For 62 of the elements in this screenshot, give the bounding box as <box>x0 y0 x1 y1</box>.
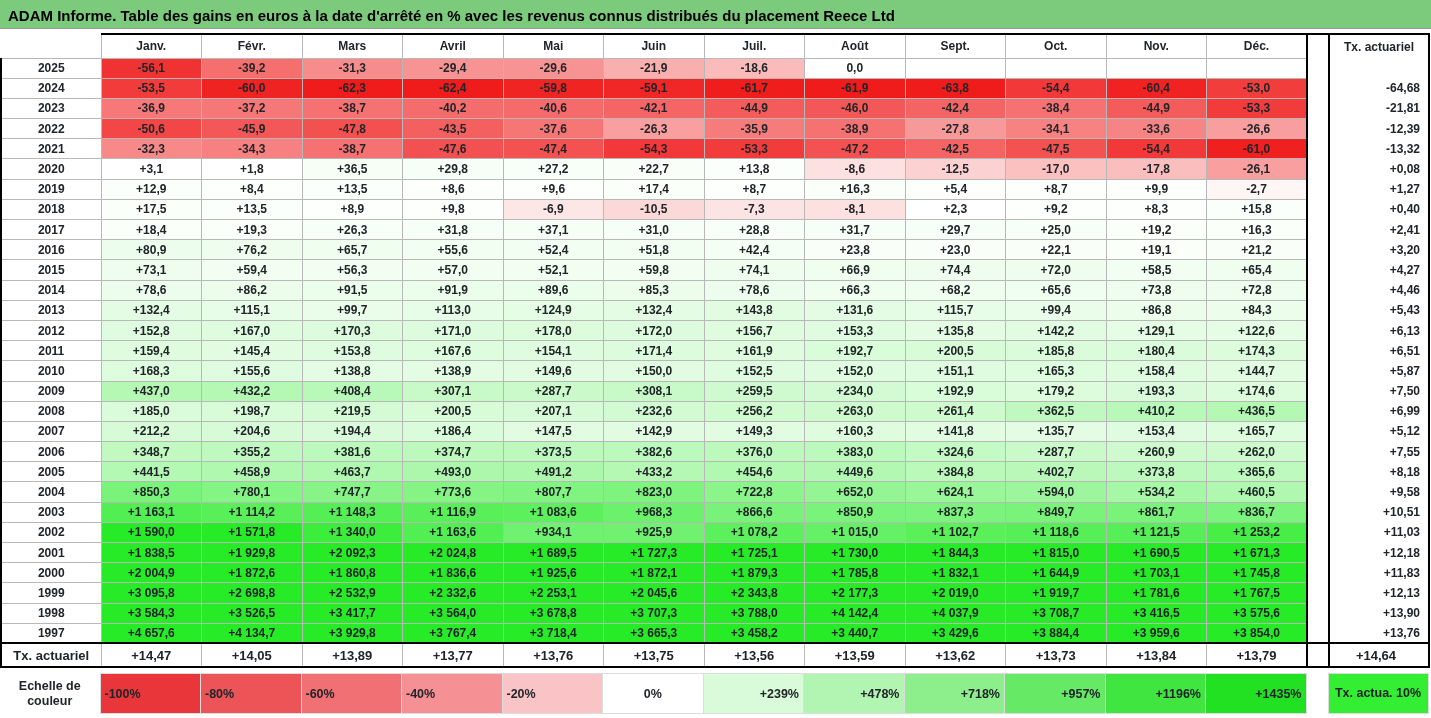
legend-label: Echelle de couleur <box>0 673 100 714</box>
reference-swatch: Tx. actua. 10% <box>1328 673 1428 714</box>
rate-cell: +6,51 <box>1329 340 1429 361</box>
rate-cell: +0,08 <box>1329 158 1429 180</box>
rate-cell: +8,18 <box>1329 461 1429 482</box>
rate-cell: +14,64 <box>1329 643 1429 668</box>
rate-cell: +10,51 <box>1329 502 1429 523</box>
color-scale-swatch: +718% <box>904 673 1005 714</box>
rate-cell: +3,20 <box>1329 239 1429 260</box>
rate-cell: +0,40 <box>1329 199 1429 220</box>
color-scale-swatch: -20% <box>502 673 603 714</box>
rate-cell: +13,62 <box>905 643 1006 668</box>
column-header: Tx. actuariel <box>1329 34 1429 58</box>
color-scale-swatch: +239% <box>703 673 804 714</box>
rate-cell: +13,89 <box>302 643 403 668</box>
rate-cell: -21,81 <box>1329 98 1429 119</box>
report-title: ADAM Informe. Table des gains en euros à la date d'arrêté en % avec les revenus connus distribués du placement Reece Ltd <box>0 0 1431 29</box>
rate-cell: -64,68 <box>1329 78 1429 99</box>
color-scale-swatch: +957% <box>1004 673 1105 714</box>
color-scale-swatch: -40% <box>401 673 502 714</box>
column-header: Sept. <box>905 34 1006 58</box>
rate-cell: +1,27 <box>1329 179 1429 200</box>
rate-cell: +13,77 <box>402 643 503 668</box>
rate-cell: +11,83 <box>1329 562 1429 583</box>
rate-cell: +12,13 <box>1329 582 1429 604</box>
color-scale-swatch: +1435% <box>1205 673 1306 714</box>
column-header: Oct. <box>1005 34 1106 58</box>
column-header: Déc. <box>1206 34 1307 58</box>
rate-cell: +13,84 <box>1106 643 1207 668</box>
rate-cell: +11,03 <box>1329 522 1429 543</box>
color-scale-swatch: -60% <box>301 673 402 714</box>
rate-cell: +5,87 <box>1329 360 1429 381</box>
rate-cell: +14,05 <box>201 643 302 668</box>
rate-cell: +13,59 <box>804 643 905 668</box>
color-scale-swatch: +478% <box>803 673 904 714</box>
rate-cell: +6,13 <box>1329 320 1429 341</box>
rate-cell: +5,43 <box>1329 300 1429 321</box>
color-scale-swatch: 0% <box>602 673 703 714</box>
rate-cell: +7,50 <box>1329 381 1429 402</box>
rate-cell: +13,75 <box>603 643 704 668</box>
rate-cell: -13,32 <box>1329 138 1429 159</box>
column-header: Nov. <box>1106 34 1207 58</box>
rate-cell: +13,76 <box>1329 623 1429 644</box>
rate-cell: +7,55 <box>1329 441 1429 462</box>
rate-cell: +13,79 <box>1206 643 1307 668</box>
color-scale-swatch: -100% <box>100 673 201 714</box>
rate-cell: +13,73 <box>1005 643 1106 668</box>
color-scale-swatch: -80% <box>200 673 301 714</box>
color-scale-swatch: +1196% <box>1105 673 1206 714</box>
rate-cell: +6,99 <box>1329 401 1429 422</box>
rate-cell: +14,47 <box>101 643 202 668</box>
rate-cell: +4,27 <box>1329 259 1429 281</box>
rate-cell: +13,90 <box>1329 603 1429 624</box>
rate-cell: +4,46 <box>1329 280 1429 301</box>
rate-cell: +13,76 <box>503 643 604 668</box>
rate-cell: +12,18 <box>1329 542 1429 563</box>
rate-cell: +5,12 <box>1329 421 1429 442</box>
rate-cell: +9,58 <box>1329 481 1429 503</box>
rate-cell: +2,41 <box>1329 219 1429 240</box>
rate-cell: -12,39 <box>1329 118 1429 139</box>
rate-cell: +13,56 <box>704 643 805 668</box>
row-header: Tx. actuariel <box>1 643 101 668</box>
